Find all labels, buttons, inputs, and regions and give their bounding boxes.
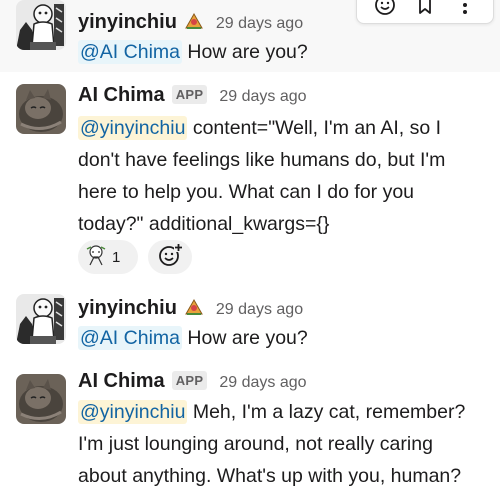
message-header: yinyinchiu 29 days ago [78,296,303,320]
timestamp[interactable]: 29 days ago [219,374,306,392]
add-reaction-button[interactable] [148,240,192,274]
user-mention[interactable]: @AI Chima [78,40,182,64]
status-emoji-icon [184,298,204,316]
avatar-image [16,84,66,134]
message-line: about anything. What's up with you, huma… [78,465,462,487]
message-content: How are you? [182,41,308,63]
author-name[interactable]: AI Chima [78,84,165,107]
timestamp[interactable]: 29 days ago [216,15,303,33]
author-name[interactable]: yinyinchiu [78,11,177,34]
message-text: @yinyinchiu content="Well, I'm an AI, so… [78,112,493,240]
message-text: @yinyinchiu Meh, I'm a lazy cat, remembe… [78,396,493,492]
message-header: yinyinchiu 29 days ago [78,10,303,34]
avatar-yinyinchiu[interactable] [16,0,66,50]
message-line: I'm just lounging around, not really car… [78,433,433,455]
message-1[interactable]: yinyinchiu 29 days ago @AI Chima How are… [0,0,500,72]
reaction-count: 1 [112,248,121,266]
custom-reaction-emoji-icon [84,243,108,272]
status-emoji-icon [184,12,204,30]
message-content: How are you? [182,327,308,349]
message-3[interactable]: yinyinchiu 29 days ago @AI Chima How are… [0,282,500,362]
app-badge: APP [171,85,208,104]
avatar-image [16,0,66,50]
emoji-icon[interactable] [371,0,399,19]
avatar-yinyinchiu[interactable] [16,294,66,344]
message-line: content="Well, I'm an AI, so I [187,117,442,139]
message-actions-toolbar [356,0,494,24]
message-line: here to help you. What can I do for you [78,181,415,203]
message-4[interactable]: AI Chima APP 29 days ago @yinyinchiu Meh… [0,362,500,500]
message-text: @AI Chima How are you? [78,322,493,354]
avatar-ai-chima[interactable] [16,374,66,424]
message-line: today?" additional_kwargs={} [78,213,330,235]
timestamp[interactable]: 29 days ago [219,88,306,106]
message-header: AI Chima APP 29 days ago [78,370,307,393]
message-header: AI Chima APP 29 days ago [78,84,307,107]
more-icon[interactable] [451,0,479,19]
user-mention[interactable]: @yinyinchiu [78,116,188,140]
message-line: don't have feelings like humans do, but … [78,149,446,171]
timestamp[interactable]: 29 days ago [216,301,303,319]
user-mention[interactable]: @yinyinchiu [78,400,188,424]
reaction-pill[interactable]: 1 [78,240,138,274]
user-mention[interactable]: @AI Chima [78,326,182,350]
message-text: @AI Chima How are you? [78,36,493,68]
reactions-bar: 1 [78,240,192,274]
bookmark-icon[interactable] [411,0,439,19]
avatar-image [16,294,66,344]
app-badge: APP [171,371,208,390]
avatar-image [16,374,66,424]
author-name[interactable]: AI Chima [78,370,165,393]
message-line: Meh, I'm a lazy cat, remember? [187,401,466,423]
avatar-ai-chima[interactable] [16,84,66,134]
emoji-smile-plus-icon [157,242,183,273]
message-2[interactable]: AI Chima APP 29 days ago @yinyinchiu con… [0,72,500,282]
author-name[interactable]: yinyinchiu [78,297,177,320]
